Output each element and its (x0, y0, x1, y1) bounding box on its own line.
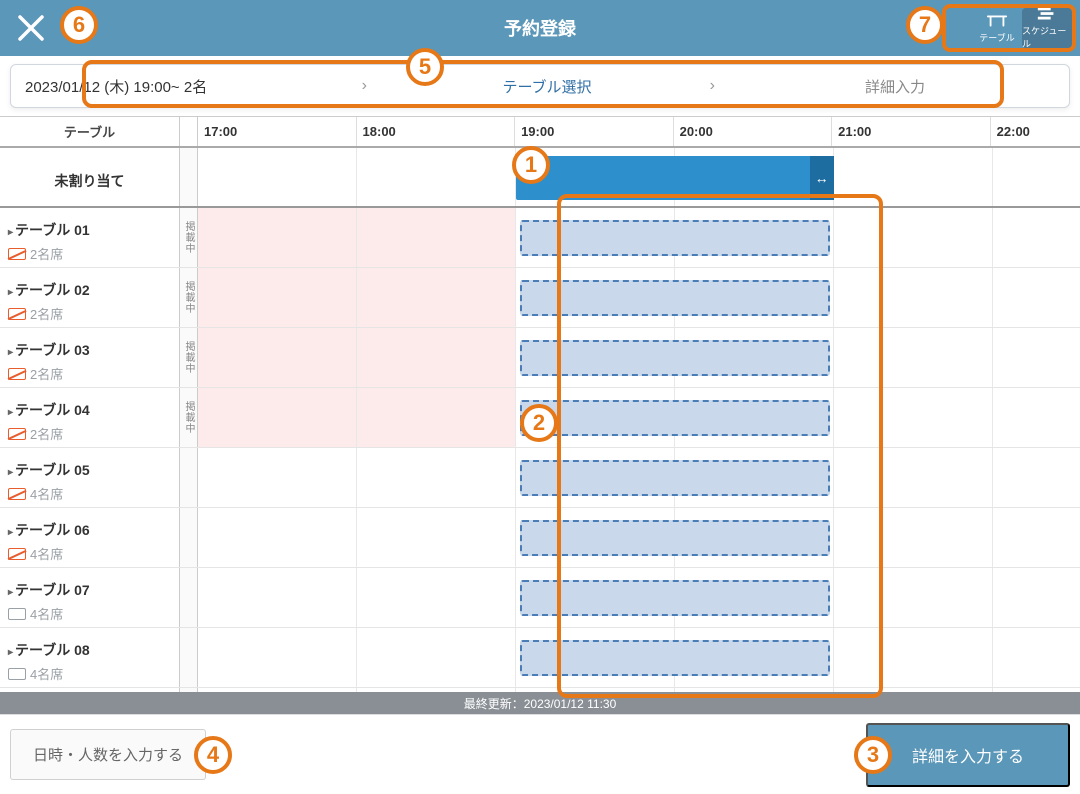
time-col-20:00: 20:00 (674, 117, 833, 146)
time-col-19:00: 19:00 (515, 117, 674, 146)
row-label[interactable]: ▸テーブル 042名席 (0, 388, 180, 447)
seat-icon (8, 368, 26, 380)
aux-header (180, 117, 198, 146)
page-title: 予約登録 (504, 15, 576, 41)
row-label-unassigned: 未割り当て (0, 148, 180, 206)
row-label[interactable]: ▸テーブル 022名席 (0, 268, 180, 327)
seat-icon (8, 308, 26, 320)
seat-icon (8, 548, 26, 560)
candidate-slot[interactable] (520, 640, 830, 676)
chevron-right-icon: › (362, 77, 367, 95)
row-label[interactable]: ▸テーブル 074名席 (0, 568, 180, 627)
enter-detail-button[interactable]: 詳細を入力する (866, 723, 1070, 787)
close-icon[interactable] (16, 13, 46, 43)
last-updated: 最終更新：2023/01/12 11:30 (464, 695, 617, 712)
step-detail[interactable]: 詳細入力 (721, 65, 1069, 107)
view-schedule-button[interactable]: スケジュール (1022, 8, 1072, 48)
row-label[interactable]: ▸テーブル 012名席 (0, 208, 180, 267)
footer: 日時・人数を入力する 詳細を入力する (0, 714, 1080, 794)
candidate-slot[interactable] (520, 580, 830, 616)
row-badge: 掲載中 (180, 268, 198, 327)
reservation-block[interactable]: ↔ (516, 156, 834, 200)
table-icon (986, 13, 1008, 29)
annotation-4: 4 (194, 736, 232, 774)
annotation-5: 5 (406, 48, 444, 86)
annotation-7: 7 (906, 6, 944, 44)
status-bar: 最終更新：2023/01/12 11:30 (0, 692, 1080, 714)
annotation-3: 3 (854, 736, 892, 774)
edit-datetime-button[interactable]: 日時・人数を入力する (10, 729, 206, 780)
candidate-slot[interactable] (520, 520, 830, 556)
view-table-button[interactable]: テーブル (972, 8, 1022, 48)
time-header: テーブル 17:0018:0019:0020:0021:0022:00 (0, 116, 1080, 148)
step-detail-label: 詳細入力 (865, 76, 925, 97)
row-badge (180, 628, 198, 687)
seat-icon (8, 248, 26, 260)
resize-handle-icon[interactable]: ↔ (810, 156, 834, 200)
row-badge: 掲載中 (180, 388, 198, 447)
row-badge (180, 448, 198, 507)
candidate-slot[interactable] (520, 220, 830, 256)
annotation-1: 1 (512, 146, 550, 184)
view-table-label: テーブル (979, 31, 1014, 44)
time-col-21:00: 21:00 (832, 117, 991, 146)
seat-icon (8, 608, 26, 620)
row-badge (180, 508, 198, 567)
annotation-6: 6 (60, 6, 98, 44)
row-badge: 掲載中 (180, 208, 198, 267)
table-column-header: テーブル (0, 117, 180, 146)
schedule-icon (1036, 6, 1058, 22)
time-col-22:00: 22:00 (991, 117, 1080, 146)
wizard-stepbar: 2023/01/12 (木) 19:00~ 2名 › テーブル選択 › 詳細入力 (10, 64, 1070, 108)
chevron-right-icon: › (710, 77, 715, 95)
row-label[interactable]: ▸テーブル 054名席 (0, 448, 180, 507)
row-badge (180, 568, 198, 627)
step-table-label: テーブル選択 (502, 76, 591, 97)
time-columns: 17:0018:0019:0020:0021:0022:00 (198, 117, 1080, 146)
view-schedule-label: スケジュール (1022, 24, 1072, 50)
row-aux (180, 148, 198, 206)
step-datetime[interactable]: 2023/01/12 (木) 19:00~ 2名 › (11, 65, 373, 107)
step-datetime-label: 2023/01/12 (木) 19:00~ 2名 (25, 76, 207, 97)
annotation-2: 2 (520, 404, 558, 442)
time-col-17:00: 17:00 (198, 117, 357, 146)
candidate-slot[interactable] (520, 340, 830, 376)
seat-icon (8, 428, 26, 440)
row-badge: 掲載中 (180, 328, 198, 387)
row-label[interactable]: ▸テーブル 032名席 (0, 328, 180, 387)
candidate-slot[interactable] (520, 280, 830, 316)
seat-icon (8, 488, 26, 500)
time-col-18:00: 18:00 (357, 117, 516, 146)
seat-icon (8, 668, 26, 680)
row-label[interactable]: ▸テーブル 084名席 (0, 628, 180, 687)
row-label[interactable]: ▸テーブル 064名席 (0, 508, 180, 567)
view-toggle: テーブル スケジュール (972, 8, 1072, 48)
candidate-slot[interactable] (520, 400, 830, 436)
candidate-slot[interactable] (520, 460, 830, 496)
